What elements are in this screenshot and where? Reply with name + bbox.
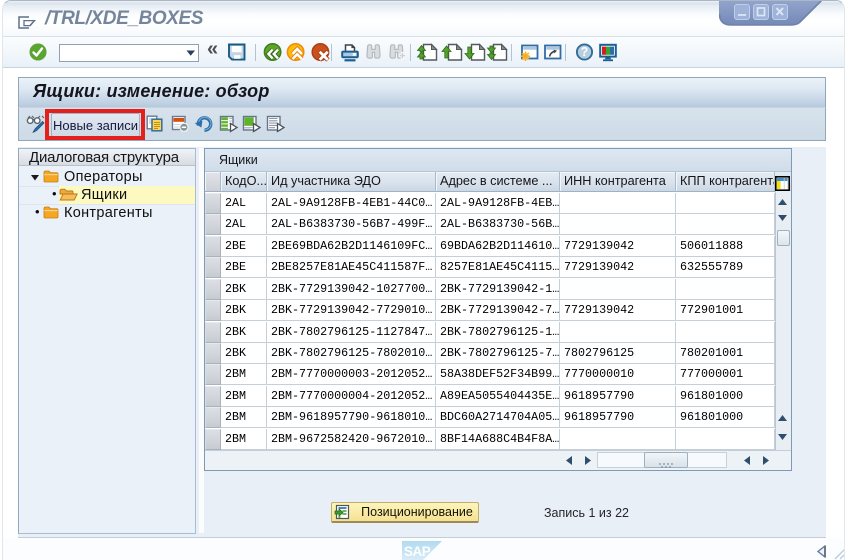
svg-text:?: ?	[581, 45, 589, 59]
svg-text:SAP: SAP	[404, 544, 431, 559]
